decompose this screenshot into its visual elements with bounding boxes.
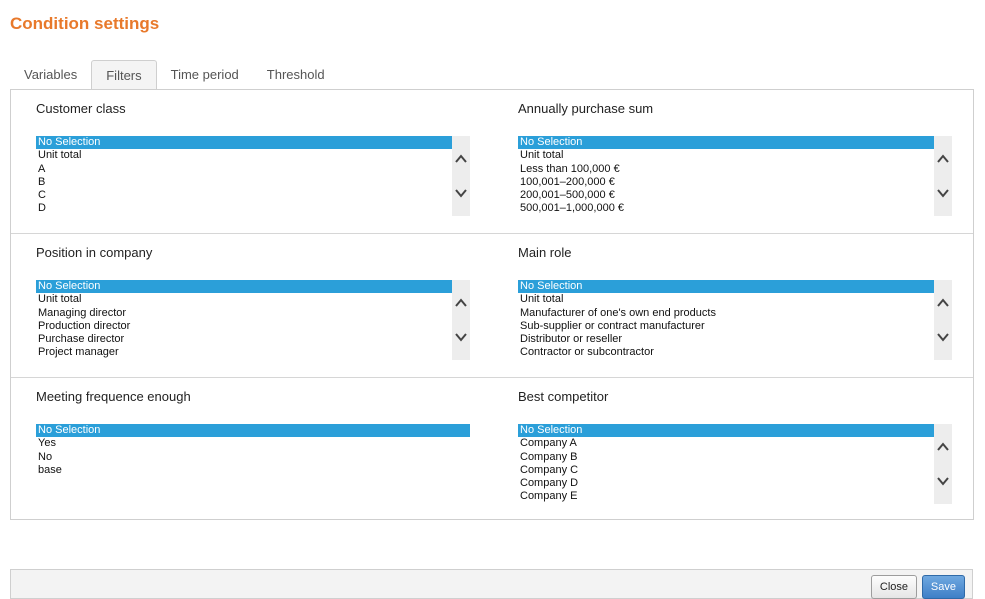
- filter-main-role: Main role No Selection Unit total Manufa…: [518, 234, 973, 374]
- tab-filters[interactable]: Filters: [91, 60, 157, 91]
- chevron-down-icon[interactable]: [936, 474, 950, 488]
- scrollbar[interactable]: [934, 424, 952, 504]
- list-option[interactable]: Unit total: [518, 149, 934, 162]
- filter-label: Best competitor: [518, 389, 609, 404]
- list-option[interactable]: Unit total: [36, 293, 452, 306]
- list-option[interactable]: Project manager: [36, 346, 452, 359]
- list-option[interactable]: Company B: [518, 451, 934, 464]
- option-list: No Selection Unit total Less than 100,00…: [518, 136, 934, 216]
- chevron-up-icon[interactable]: [454, 296, 468, 310]
- filter-annual-purchase-sum: Annually purchase sum No Selection Unit …: [518, 90, 973, 230]
- list-option[interactable]: Less than 100,000 €: [518, 163, 934, 176]
- option-list: No Selection Unit total Managing directo…: [36, 280, 452, 360]
- page-title: Condition settings: [10, 14, 160, 33]
- list-option[interactable]: Contractor or subcontractor: [518, 346, 934, 359]
- list-option[interactable]: No Selection: [518, 136, 934, 150]
- filter-best-competitor: Best competitor No Selection Company A C…: [518, 378, 973, 518]
- list-option[interactable]: Unit total: [518, 293, 934, 306]
- filter-label: Customer class: [36, 101, 126, 116]
- chevron-down-icon[interactable]: [936, 330, 950, 344]
- scrollbar[interactable]: [452, 280, 470, 360]
- list-option[interactable]: Purchase director: [36, 333, 452, 346]
- list-option[interactable]: Unit total: [36, 149, 452, 162]
- main-role-listbox[interactable]: No Selection Unit total Manufacturer of …: [518, 280, 952, 360]
- list-option[interactable]: No Selection: [36, 280, 452, 294]
- filters-panel: Customer class No Selection Unit total A…: [10, 89, 974, 520]
- filter-meeting-frequence: Meeting frequence enough No Selection Ye…: [36, 378, 491, 518]
- list-option[interactable]: No Selection: [36, 136, 452, 150]
- list-option[interactable]: Yes: [36, 437, 470, 450]
- list-option[interactable]: base: [36, 464, 470, 477]
- list-option[interactable]: B: [36, 176, 452, 189]
- list-option[interactable]: 100,001–200,000 €: [518, 176, 934, 189]
- list-option[interactable]: C: [36, 189, 452, 202]
- tab-variables[interactable]: Variables: [10, 60, 91, 90]
- filter-label: Annually purchase sum: [518, 101, 654, 116]
- filter-row: Position in company No Selection Unit to…: [11, 234, 973, 378]
- chevron-down-icon[interactable]: [454, 186, 468, 200]
- list-option[interactable]: A: [36, 163, 452, 176]
- list-option[interactable]: Sub-supplier or contract manufacturer: [518, 320, 934, 333]
- list-option[interactable]: D: [36, 202, 452, 215]
- chevron-up-icon[interactable]: [936, 296, 950, 310]
- list-option[interactable]: No Selection: [518, 424, 934, 438]
- list-option[interactable]: Company A: [518, 437, 934, 450]
- scrollbar[interactable]: [934, 280, 952, 360]
- chevron-down-icon[interactable]: [454, 330, 468, 344]
- filter-label: Main role: [518, 245, 572, 260]
- list-option[interactable]: 200,001–500,000 €: [518, 189, 934, 202]
- list-option[interactable]: Production director: [36, 320, 452, 333]
- list-option[interactable]: Distributor or reseller: [518, 333, 934, 346]
- chevron-up-icon[interactable]: [454, 152, 468, 166]
- filter-customer-class: Customer class No Selection Unit total A…: [36, 90, 491, 230]
- chevron-down-icon[interactable]: [936, 186, 950, 200]
- list-option[interactable]: No: [36, 451, 470, 464]
- tab-time-period[interactable]: Time period: [157, 60, 253, 90]
- list-option[interactable]: 500,001–1,000,000 €: [518, 202, 934, 215]
- list-option[interactable]: Manufacturer of one's own end products: [518, 307, 934, 320]
- scrollbar[interactable]: [934, 136, 952, 216]
- chevron-up-icon[interactable]: [936, 152, 950, 166]
- tab-threshold[interactable]: Threshold: [253, 60, 339, 90]
- option-list: No Selection Company A Company B Company…: [518, 424, 934, 504]
- list-option[interactable]: No Selection: [36, 424, 470, 438]
- filter-label: Meeting frequence enough: [36, 389, 191, 404]
- option-list: No Selection Unit total A B C D: [36, 136, 452, 216]
- filter-row: Meeting frequence enough No Selection Ye…: [11, 378, 973, 522]
- option-list: No Selection Yes No base: [36, 424, 470, 477]
- meeting-frequence-listbox[interactable]: No Selection Yes No base: [36, 424, 470, 504]
- list-option[interactable]: No Selection: [518, 280, 934, 294]
- list-option[interactable]: Company D: [518, 477, 934, 490]
- customer-class-listbox[interactable]: No Selection Unit total A B C D: [36, 136, 470, 216]
- save-button[interactable]: Save: [921, 575, 965, 599]
- dialog-footer: Close Save: [10, 569, 973, 599]
- list-option[interactable]: Managing director: [36, 307, 452, 320]
- filter-row: Customer class No Selection Unit total A…: [11, 90, 973, 234]
- option-list: No Selection Unit total Manufacturer of …: [518, 280, 934, 360]
- list-option[interactable]: Company C: [518, 464, 934, 477]
- chevron-up-icon[interactable]: [936, 440, 950, 454]
- best-competitor-listbox[interactable]: No Selection Company A Company B Company…: [518, 424, 952, 504]
- annual-purchase-sum-listbox[interactable]: No Selection Unit total Less than 100,00…: [518, 136, 952, 216]
- list-option[interactable]: Company E: [518, 490, 934, 503]
- filter-label: Position in company: [36, 245, 153, 260]
- tab-bar: Variables Filters Time period Threshold: [10, 59, 339, 91]
- close-button[interactable]: Close: [870, 575, 917, 599]
- filter-position-in-company: Position in company No Selection Unit to…: [36, 234, 491, 374]
- scrollbar[interactable]: [452, 136, 470, 216]
- position-in-company-listbox[interactable]: No Selection Unit total Managing directo…: [36, 280, 470, 360]
